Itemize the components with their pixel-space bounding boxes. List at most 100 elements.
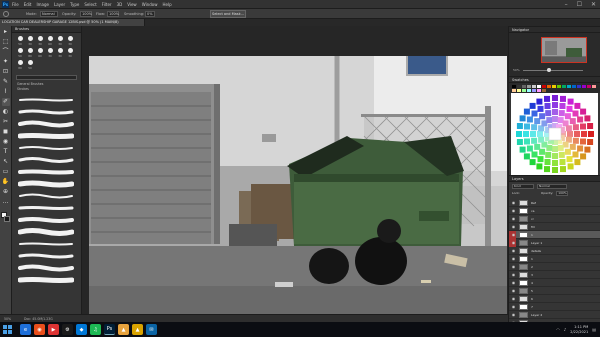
brush-tip[interactable]: 30 (46, 48, 54, 58)
brush-tip[interactable]: 80 (26, 48, 34, 58)
layer-opacity-field[interactable]: 100% (556, 191, 569, 196)
zoom-tool-icon[interactable]: ⊕ (2, 188, 10, 196)
visibility-eye-icon[interactable]: ◉ (511, 232, 516, 237)
color-swatch[interactable] (512, 85, 516, 88)
brush-search-input[interactable] (16, 75, 77, 80)
close-button[interactable]: ✕ (591, 1, 596, 8)
brush-stroke-preset[interactable] (18, 120, 75, 128)
brush-stroke-preset[interactable] (18, 216, 75, 224)
color-swatch[interactable] (567, 85, 571, 88)
visibility-eye-icon[interactable]: ◉ (511, 256, 516, 261)
brush-stroke-preset[interactable] (18, 264, 75, 272)
swatches-panel-title[interactable]: Swatches (509, 76, 600, 83)
chrome-icon[interactable]: ◉ (34, 324, 45, 335)
spotify-icon[interactable]: ♫ (90, 324, 101, 335)
brush-tip[interactable]: 80 (16, 60, 24, 70)
menu-help[interactable]: Help (162, 2, 171, 7)
color-swatch[interactable] (592, 85, 596, 88)
menu-layer[interactable]: Layer (54, 2, 65, 7)
brush-stroke-preset[interactable] (18, 204, 75, 212)
media-player-icon[interactable]: ▶ (48, 324, 59, 335)
navigator-thumbnail[interactable] (541, 37, 587, 63)
vlc2-icon[interactable]: ▲ (132, 324, 143, 335)
select-and-mask-button[interactable]: Select and Mask... (210, 10, 246, 18)
menu-edit[interactable]: Edit (24, 2, 32, 7)
visibility-eye-icon[interactable]: ◉ (511, 224, 516, 229)
color-swatch[interactable] (547, 85, 551, 88)
brush-stroke-preset[interactable] (18, 108, 75, 116)
menu-image[interactable]: Image (36, 2, 49, 7)
visibility-eye-icon[interactable]: ◉ (511, 208, 516, 213)
brush-stroke-preset[interactable] (18, 252, 75, 260)
layer-row[interactable]: ◉ 5 (509, 287, 600, 295)
store-icon[interactable]: ◆ (76, 324, 87, 335)
shape-tool-icon[interactable]: ▭ (2, 168, 10, 176)
layer-row[interactable]: ◉ 4 (509, 279, 600, 287)
brush-stroke-preset[interactable] (18, 228, 75, 236)
visibility-eye-icon[interactable]: ◉ (511, 288, 516, 293)
flow-field[interactable]: 100% (107, 11, 119, 17)
brush-tip[interactable]: 30 (56, 36, 64, 46)
brush-stroke-preset[interactable] (18, 192, 75, 200)
color-swatch[interactable] (587, 85, 591, 88)
color-swatch[interactable] (532, 89, 536, 92)
edge-icon[interactable]: e (20, 324, 31, 335)
document-canvas[interactable] (89, 56, 507, 314)
color-swatch[interactable] (537, 85, 541, 88)
clock[interactable]: 1:11 PM 2/22/2021 (570, 325, 588, 335)
path-selection-tool-icon[interactable]: ↖ (2, 158, 10, 166)
dodge-tool-icon[interactable]: ◐ (2, 108, 10, 116)
color-swatch[interactable] (537, 89, 541, 92)
color-swatch[interactable] (572, 85, 576, 88)
vlc-icon[interactable]: ▲ (118, 324, 129, 335)
layer-row[interactable]: ◉ 7 (509, 303, 600, 311)
brush-tip[interactable]: 30 (26, 36, 34, 46)
layer-row[interactable]: ◉ 6 (509, 295, 600, 303)
color-swatch[interactable] (542, 85, 546, 88)
brush-stroke-preset[interactable] (18, 132, 75, 140)
magic-wand-tool-icon[interactable]: ✦ (2, 58, 10, 66)
color-swatch[interactable] (552, 85, 556, 88)
more-tools-icon[interactable]: … (2, 198, 10, 206)
windows-start-icon[interactable] (3, 325, 12, 334)
brush-tip[interactable]: 50 (16, 48, 24, 58)
layers-panel-title[interactable]: Layers (509, 175, 600, 182)
brush-tip[interactable]: 30 (36, 36, 44, 46)
brush-stroke-preset[interactable] (18, 156, 75, 164)
menu-select[interactable]: Select (84, 2, 96, 7)
color-swatch[interactable] (512, 89, 516, 92)
brush-stroke-preset[interactable] (18, 276, 75, 284)
color-swatch[interactable] (527, 89, 531, 92)
menu-window[interactable]: Window (142, 2, 158, 7)
brush-preset-icon[interactable] (3, 11, 9, 17)
color-swatch[interactable] (517, 89, 521, 92)
layer-row[interactable]: ◉ 2 (509, 263, 600, 271)
layer-row[interactable]: ◉ details (509, 247, 600, 255)
color-swatch[interactable] (517, 85, 521, 88)
brush-tip[interactable]: 30 (56, 48, 64, 58)
brush-stroke-preset[interactable] (18, 240, 75, 248)
opacity-field[interactable]: 100% (80, 11, 92, 17)
blend-mode-select[interactable]: Normal (537, 184, 567, 189)
menu-type[interactable]: Type (70, 2, 79, 7)
notifications-icon[interactable]: ▤ (592, 327, 596, 332)
visibility-eye-icon[interactable]: ◉ (511, 248, 516, 253)
color-swatch[interactable] (557, 85, 561, 88)
visibility-eye-icon[interactable]: ◉ (511, 240, 516, 245)
menu-file[interactable]: File (12, 2, 19, 7)
visibility-eye-icon[interactable]: ◉ (511, 264, 516, 269)
visibility-eye-icon[interactable]: ◉ (511, 280, 516, 285)
volume-icon[interactable]: ♪ (564, 327, 567, 332)
brush-stroke-preset[interactable] (18, 168, 75, 176)
eraser-tool-icon[interactable]: ✂ (2, 118, 10, 126)
move-tool-icon[interactable]: ▸ (2, 28, 10, 36)
smoothing-field[interactable]: 0% (145, 11, 155, 17)
eyedropper-tool-icon[interactable]: ✎ (2, 78, 10, 86)
layer-row[interactable]: ◉ Ref (509, 199, 600, 207)
layer-row[interactable]: ◉ ca (509, 207, 600, 215)
visibility-eye-icon[interactable]: ◉ (511, 304, 516, 309)
brush-stroke-preset[interactable] (18, 180, 75, 188)
brush-tip[interactable]: 60 (46, 36, 54, 46)
brush-tip[interactable]: 30 (66, 36, 74, 46)
layer-row[interactable]: ◉ fill (509, 223, 600, 231)
